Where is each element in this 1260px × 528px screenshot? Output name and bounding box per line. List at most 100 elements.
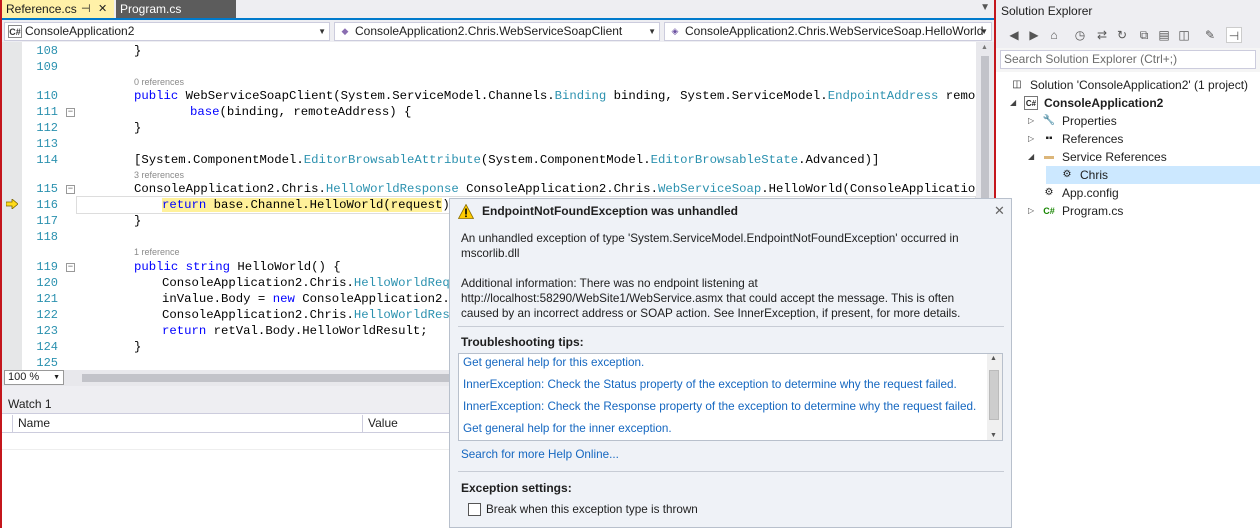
collapse-toggle[interactable]: − — [66, 185, 75, 194]
line-number: 112 — [36, 121, 58, 135]
back-icon[interactable]: ◀ — [1006, 27, 1022, 43]
break-when-thrown-label[interactable]: Break when this exception type is thrown — [486, 503, 698, 516]
scrollbar-thumb[interactable] — [989, 370, 999, 420]
tab-reference-cs[interactable]: Reference.cs ⊣ ✕ — [2, 0, 114, 18]
close-icon[interactable]: ✕ — [994, 203, 1005, 219]
watch-column-name[interactable]: Name — [18, 416, 50, 430]
solution-explorer: Solution Explorer ◀ ▶ ⌂ ◷ ⇄ ↻ ⧉ ▤ ◫ ✎ ⊣ … — [996, 0, 1260, 528]
project-dropdown[interactable]: C# ConsoleApplication2 ▼ — [4, 22, 330, 41]
line-number: 114 — [36, 153, 58, 167]
tree-node-service-references[interactable]: ◢ ▬ Service References — [1028, 148, 1260, 166]
code-lens-references[interactable]: 0 references — [134, 77, 184, 87]
code-lens-references[interactable]: 1 reference — [134, 247, 180, 257]
history-icon[interactable]: ◷ — [1072, 27, 1088, 43]
class-dropdown[interactable]: ◆ ConsoleApplication2.Chris.WebServiceSo… — [334, 22, 660, 41]
tree-node-chris[interactable]: ⚙ Chris — [1046, 166, 1260, 184]
tab-label: Reference.cs — [6, 2, 77, 16]
collapse-toggle[interactable]: − — [66, 108, 75, 117]
troubleshooting-tips-list: Get general help for this exception. Inn… — [458, 353, 1003, 441]
service-reference-icon: ⚙ — [1062, 169, 1072, 180]
chevron-down-icon: ▼ — [318, 27, 326, 36]
column-divider[interactable] — [362, 415, 363, 433]
line-number: 110 — [36, 89, 58, 103]
exception-additional-info: Additional information: There was no end… — [461, 276, 981, 321]
tip-link[interactable]: InnerException: Check the Status propert… — [463, 378, 957, 391]
member-dropdown[interactable]: ◈ ConsoleApplication2.Chris.WebServiceSo… — [664, 22, 992, 41]
solution-explorer-search-input[interactable]: Search Solution Explorer (Ctrl+;) — [1000, 50, 1256, 69]
collapse-all-icon[interactable]: ⧉ — [1136, 27, 1152, 43]
tip-link[interactable]: Get general help for the inner exception… — [463, 422, 672, 435]
expanded-icon[interactable]: ◢ — [1010, 94, 1020, 112]
member-dropdown-value: ConsoleApplication2.Chris.WebServiceSoap… — [685, 24, 984, 38]
tip-link[interactable]: Get general help for this exception. — [463, 356, 644, 369]
chevron-down-icon[interactable]: ▼ — [980, 2, 990, 13]
troubleshooting-heading: Troubleshooting tips: — [461, 335, 584, 349]
tree-node-properties[interactable]: ▷ 🔧 Properties — [1028, 112, 1260, 130]
tree-node-solution[interactable]: ◫ Solution 'ConsoleApplication2' (1 proj… — [1010, 76, 1260, 94]
line-number: 116 — [36, 198, 58, 212]
tree-node-references[interactable]: ▷ ▪▪ References — [1028, 130, 1260, 148]
zoom-dropdown[interactable]: 100 % ▼ — [4, 370, 64, 385]
close-icon[interactable]: ✕ — [98, 0, 107, 18]
message-line: mscorlib.dll — [461, 247, 520, 260]
line-number: 125 — [36, 356, 58, 370]
tree-node-app-config[interactable]: ⚙ App.config — [1028, 184, 1260, 202]
csharp-project-icon: C# — [8, 25, 22, 38]
exception-settings-heading: Exception settings: — [461, 481, 572, 495]
chevron-down-icon: ▼ — [53, 374, 60, 381]
code-lens-references[interactable]: 3 references — [134, 170, 184, 180]
sync-icon[interactable]: ⇄ — [1094, 27, 1110, 43]
collapsed-icon[interactable]: ▷ — [1028, 202, 1038, 220]
code-line: ConsoleApplication2.Chris.HelloWorldResp… — [134, 182, 976, 196]
tip-link[interactable]: InnerException: Check the Response prope… — [463, 400, 976, 413]
tree-node-program-cs[interactable]: ▷ C# Program.cs — [1028, 202, 1260, 220]
line-number: 121 — [36, 292, 58, 306]
watch-column-value[interactable]: Value — [368, 416, 398, 430]
tips-scrollbar[interactable]: ▲ ▼ — [987, 354, 1002, 440]
watch-empty-row[interactable] — [2, 434, 450, 450]
scroll-up-icon[interactable]: ▲ — [981, 44, 988, 51]
solution-explorer-title: Solution Explorer — [996, 0, 1260, 22]
warning-icon — [458, 204, 474, 219]
view-code-icon[interactable]: ◫ — [1176, 27, 1192, 43]
forward-icon[interactable]: ▶ — [1026, 27, 1042, 43]
properties-wrench-icon[interactable]: ✎ — [1202, 27, 1218, 43]
divider — [458, 326, 1004, 327]
code-line: base(binding, remoteAddress) { — [190, 105, 412, 119]
horizontal-scrollbar-thumb[interactable] — [82, 374, 452, 382]
collapsed-icon[interactable]: ▷ — [1028, 130, 1038, 148]
line-number: 118 — [36, 230, 58, 244]
scroll-up-icon[interactable]: ▲ — [990, 355, 997, 362]
show-all-files-icon[interactable]: ▤ — [1156, 27, 1172, 43]
collapsed-icon[interactable]: ▷ — [1028, 112, 1038, 130]
home-icon[interactable]: ⌂ — [1046, 27, 1062, 43]
line-number: 109 — [36, 60, 58, 74]
expanded-icon[interactable]: ◢ — [1028, 148, 1038, 166]
pin-icon[interactable]: ⊣ — [81, 0, 91, 18]
chevron-down-icon: ▼ — [648, 27, 656, 36]
code-line: } — [134, 214, 142, 228]
solution-explorer-toolbar: ◀ ▶ ⌂ ◷ ⇄ ↻ ⧉ ▤ ◫ ✎ ⊣ — [996, 22, 1260, 48]
folder-icon: ▬ — [1044, 151, 1054, 162]
pin-icon[interactable]: ⊣ — [1226, 27, 1242, 43]
column-divider[interactable] — [12, 415, 13, 433]
watch-window-title[interactable]: Watch 1 — [2, 394, 450, 414]
scroll-down-icon[interactable]: ▼ — [990, 432, 997, 439]
references-icon: ▪▪ — [1045, 133, 1053, 144]
tree-node-project[interactable]: ◢ C# ConsoleApplication2 — [1010, 94, 1260, 112]
collapse-toggle[interactable]: − — [66, 263, 75, 272]
exception-title: EndpointNotFoundException was unhandled — [482, 204, 738, 218]
current-statement-arrow-icon — [6, 199, 18, 209]
search-help-online-link[interactable]: Search for more Help Online... — [461, 448, 619, 461]
tab-program-cs[interactable]: Program.cs — [116, 0, 236, 18]
class-dropdown-value: ConsoleApplication2.Chris.WebServiceSoap… — [355, 24, 623, 38]
code-line: ConsoleApplication2.Chris.HelloWorldResp… — [162, 308, 487, 322]
csharp-project-icon: C# — [1024, 96, 1038, 110]
line-number: 122 — [36, 308, 58, 322]
code-line: public string HelloWorld() { — [134, 260, 341, 274]
break-when-thrown-checkbox[interactable] — [468, 503, 481, 516]
code-line: } — [134, 44, 142, 58]
refresh-icon[interactable]: ↻ — [1114, 27, 1130, 43]
config-file-icon: ⚙ — [1044, 187, 1054, 198]
line-number: 111 — [36, 105, 58, 119]
